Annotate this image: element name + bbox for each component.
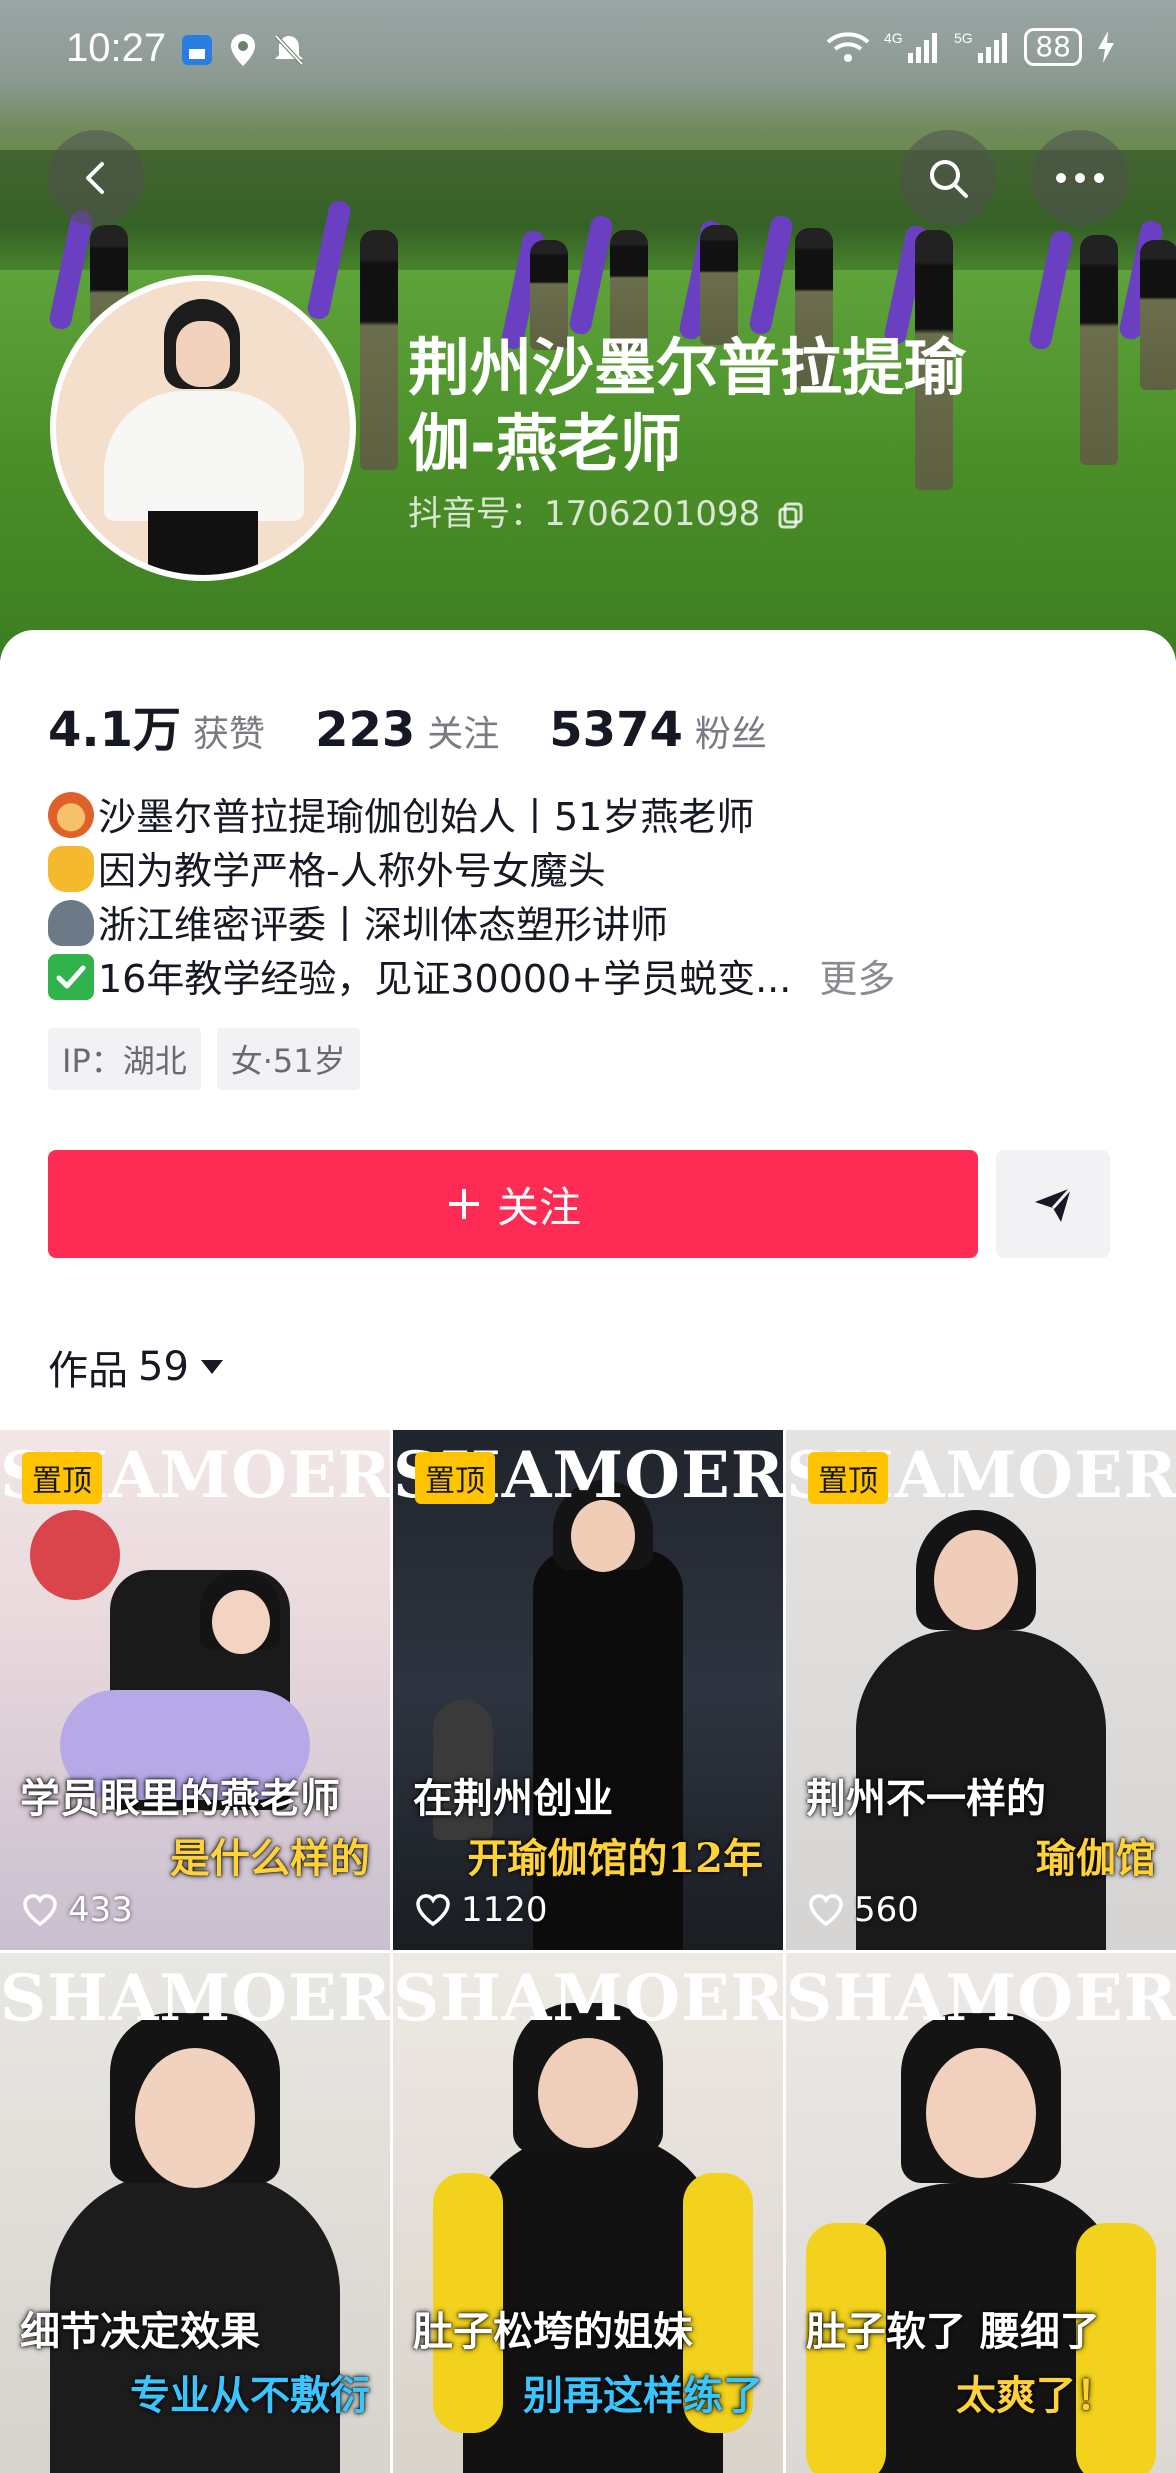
video-tile[interactable]: SHAMOER 细节决定效果 专业从不敷衍 <box>0 1953 390 2473</box>
bio-line: 沙墨尔普拉提瑜伽创始人丨51岁燕老师 <box>48 790 895 844</box>
search-button[interactable] <box>900 130 996 226</box>
pinned-badge: 置顶 <box>22 1452 102 1504</box>
video-likes: 1120 <box>415 1890 548 1930</box>
video-tile[interactable]: SHAMOER 肚子松垮的姐妹 别再这样练了 <box>393 1953 783 2473</box>
video-tile[interactable]: SHAMOER 置顶 荆州不一样的 瑜伽馆 560 <box>786 1430 1176 1950</box>
signal-5g-icon: 5G <box>954 30 1008 63</box>
message-button[interactable] <box>996 1150 1110 1258</box>
video-subcaption: 是什么样的 <box>170 1835 370 1882</box>
profile-bio: 沙墨尔普拉提瑜伽创始人丨51岁燕老师 因为教学严格-人称外号女魔头 浙江维密评委… <box>48 790 895 1006</box>
send-icon <box>1035 1186 1073 1222</box>
mute-bell-icon <box>274 34 304 66</box>
signal-4g-icon: 4G <box>884 30 938 63</box>
works-label: 作品 <box>48 1348 128 1394</box>
location-icon <box>231 34 255 66</box>
video-tile[interactable]: SHAMOER 肚子软了 腰细了 太爽了！ <box>786 1953 1176 2473</box>
svg-text:5G: 5G <box>954 30 973 46</box>
stat-followers[interactable]: 5374 粉丝 <box>549 702 767 758</box>
more-dots-icon <box>1056 173 1104 183</box>
status-time: 10:27 <box>66 26 167 70</box>
profile-tags: IP：湖北 女·51岁 <box>48 1028 360 1090</box>
douyin-id-value: 1706201098 <box>544 494 761 534</box>
plus-icon <box>448 1189 479 1219</box>
pinned-badge: 置顶 <box>808 1452 888 1504</box>
chevron-left-icon <box>86 162 104 194</box>
douyin-id-label: 抖音号： <box>408 494 544 534</box>
video-likes: 560 <box>808 1890 919 1930</box>
video-subcaption: 瑜伽馆 <box>1036 1835 1156 1882</box>
more-options-button[interactable] <box>1032 130 1128 226</box>
video-brand-text: SHAMOER <box>393 1961 783 2036</box>
video-tile[interactable]: SHAMOER 置顶 在荆州创业 开瑜伽馆的12年 1120 <box>393 1430 783 1950</box>
video-subcaption: 开瑜伽馆的12年 <box>467 1835 763 1882</box>
video-caption: 肚子松垮的姐妹 <box>413 2308 693 2355</box>
search-icon <box>930 160 968 198</box>
video-subcaption: 别再这样练了 <box>523 2372 763 2419</box>
bio-line: 因为教学严格-人称外号女魔头 <box>48 844 895 898</box>
status-right-icons: 4G 5G 88 <box>826 28 1116 66</box>
pinned-badge: 置顶 <box>415 1452 495 1504</box>
status-left-icons <box>180 32 306 68</box>
heart-icon <box>416 1894 450 1927</box>
heart-icon <box>23 1894 57 1927</box>
bio-more-link[interactable]: 更多 <box>819 957 895 1001</box>
speaking-head-emoji-icon <box>48 900 94 946</box>
battery-level: 88 <box>1024 28 1082 66</box>
heart-icon <box>809 1894 843 1927</box>
video-caption: 荆州不一样的 <box>806 1775 1046 1822</box>
bio-line: 浙江维密评委丨深圳体态塑形讲师 <box>48 898 895 952</box>
profile-avatar[interactable] <box>50 275 356 581</box>
profile-stats: 4.1万 获赞 223 关注 5374 粉丝 <box>48 690 817 760</box>
woman-emoji-icon <box>48 792 94 838</box>
works-tab[interactable]: 作品 59 <box>48 1338 225 1396</box>
charging-icon <box>1098 31 1114 63</box>
video-caption: 学员眼里的燕老师 <box>20 1775 340 1822</box>
douyin-id-row[interactable]: 抖音号：1706201098 <box>408 486 805 535</box>
back-button[interactable] <box>48 130 144 226</box>
video-subcaption: 专业从不敷衍 <box>130 2372 370 2419</box>
copy-icon[interactable] <box>777 501 805 529</box>
check-mark-emoji-icon <box>48 954 94 1000</box>
gender-age-tag: 女·51岁 <box>216 1028 360 1090</box>
wifi-icon <box>827 32 870 62</box>
video-tile[interactable]: SHAMOER 置顶 学员眼里的燕老师 是什么样的 433 <box>0 1430 390 1950</box>
video-brand-text: SHAMOER <box>0 1961 390 2036</box>
video-brand-text: SHAMOER <box>786 1961 1176 2036</box>
profile-name: 荆州沙墨尔普拉提瑜伽-燕老师 <box>408 331 967 480</box>
video-subcaption: 太爽了！ <box>956 2372 1116 2419</box>
video-caption: 细节决定效果 <box>20 2308 260 2355</box>
bio-line: 16年教学经验，见证30000+学员蜕变... 更多 <box>48 952 895 1006</box>
caret-down-icon <box>200 1360 223 1374</box>
ip-location-tag: IP：湖北 <box>48 1028 201 1090</box>
raised-fist-emoji-icon <box>48 846 94 892</box>
works-count: 59 <box>138 1344 189 1390</box>
video-caption: 肚子软了 腰细了 <box>806 2308 1100 2355</box>
stat-likes[interactable]: 4.1万 获赞 <box>48 690 265 760</box>
video-caption: 在荆州创业 <box>413 1775 613 1822</box>
video-likes: 433 <box>22 1890 133 1930</box>
svg-text:4G: 4G <box>884 30 903 46</box>
follow-button-label: 关注 <box>496 1182 581 1232</box>
status-bar: 10:27 4G 5G 88 <box>0 0 1176 100</box>
app-notification-icon <box>182 35 212 65</box>
stat-following[interactable]: 223 关注 <box>315 702 499 758</box>
follow-button[interactable]: 关注 <box>48 1150 978 1258</box>
